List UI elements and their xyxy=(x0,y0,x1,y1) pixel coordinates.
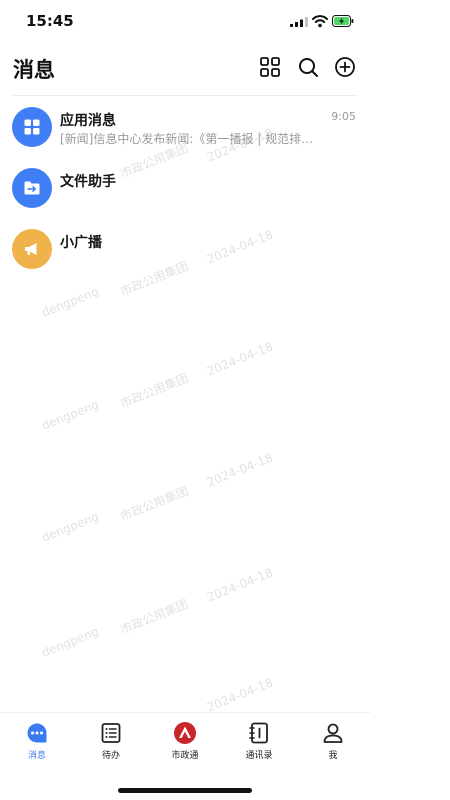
profile-icon xyxy=(323,723,343,743)
tab-bar: 消息 待办 市政通 通讯录 我 xyxy=(0,712,370,800)
tab-me[interactable]: 我 xyxy=(303,721,363,761)
tab-contacts[interactable]: 通讯录 xyxy=(229,721,289,761)
message-item-app[interactable]: 应用消息 [新闻]信息中心发布新闻:《第一播报 | 规范排… 9:05 xyxy=(0,96,370,157)
message-preview: [新闻]信息中心发布新闻:《第一播报 | 规范排… xyxy=(60,132,314,146)
watermark-user: dengpeng xyxy=(39,397,101,433)
tab-label: 待办 xyxy=(101,751,120,761)
tab-label: 市政通 xyxy=(171,751,199,761)
apps-grid-icon xyxy=(260,57,280,77)
watermark-org: 市政公用集团 xyxy=(118,370,191,411)
status-time: 15:45 xyxy=(26,12,74,30)
header: 消息 xyxy=(0,44,370,96)
search-button[interactable] xyxy=(297,56,319,78)
message-list: 应用消息 [新闻]信息中心发布新闻:《第一播报 | 规范排… 9:05 文件助手 xyxy=(0,96,370,279)
tab-messages[interactable]: 消息 xyxy=(7,721,67,761)
avatar xyxy=(12,229,52,269)
cellular-signal-icon xyxy=(290,17,308,27)
avatar xyxy=(12,107,52,147)
folder-transfer-icon xyxy=(24,181,40,195)
message-name: 文件助手 xyxy=(60,174,116,190)
watermark-org: 市政公用集团 xyxy=(118,596,191,637)
watermark-user: dengpeng xyxy=(39,624,101,660)
battery-charging-icon xyxy=(332,15,354,27)
watermark-date: 2024-04-18 xyxy=(204,675,275,715)
tab-shizhengtong[interactable]: 市政通 xyxy=(155,721,215,761)
watermark-user: dengpeng xyxy=(39,509,101,545)
shizhengtong-logo-icon xyxy=(174,722,196,744)
avatar xyxy=(12,168,52,208)
apps-icon xyxy=(24,119,40,135)
message-item-file-helper[interactable]: 文件助手 xyxy=(0,157,370,218)
chat-bubble-icon xyxy=(27,723,47,743)
watermark-user: dengpeng xyxy=(39,284,101,320)
todo-list-icon xyxy=(101,723,121,743)
wifi-icon xyxy=(312,15,328,28)
watermark-date: 2024-04-18 xyxy=(204,450,275,490)
page-title: 消息 xyxy=(13,58,55,82)
tab-label: 我 xyxy=(328,751,338,761)
home-indicator xyxy=(118,788,252,793)
search-icon xyxy=(299,58,318,77)
tab-label: 消息 xyxy=(27,751,46,761)
megaphone-icon xyxy=(25,243,37,255)
status-bar: 15:45 xyxy=(0,0,370,44)
address-book-icon xyxy=(249,722,268,744)
message-name: 小广播 xyxy=(60,235,102,251)
plus-circle-icon xyxy=(335,57,355,77)
watermark-date: 2024-04-18 xyxy=(204,339,275,379)
tab-todo[interactable]: 待办 xyxy=(81,721,141,761)
message-name: 应用消息 xyxy=(60,113,116,129)
watermark-date: 2024-04-18 xyxy=(204,565,275,605)
add-button[interactable] xyxy=(334,56,356,78)
message-time: 9:05 xyxy=(331,110,356,123)
apps-grid-button[interactable] xyxy=(259,56,281,78)
message-item-broadcast[interactable]: 小广播 xyxy=(0,218,370,279)
tab-label: 通讯录 xyxy=(245,751,273,761)
screen: 市政公用集团 2024-04-18 dengpeng 市政公用集团 2024-0… xyxy=(0,0,370,800)
watermark-org: 市政公用集团 xyxy=(118,483,191,524)
